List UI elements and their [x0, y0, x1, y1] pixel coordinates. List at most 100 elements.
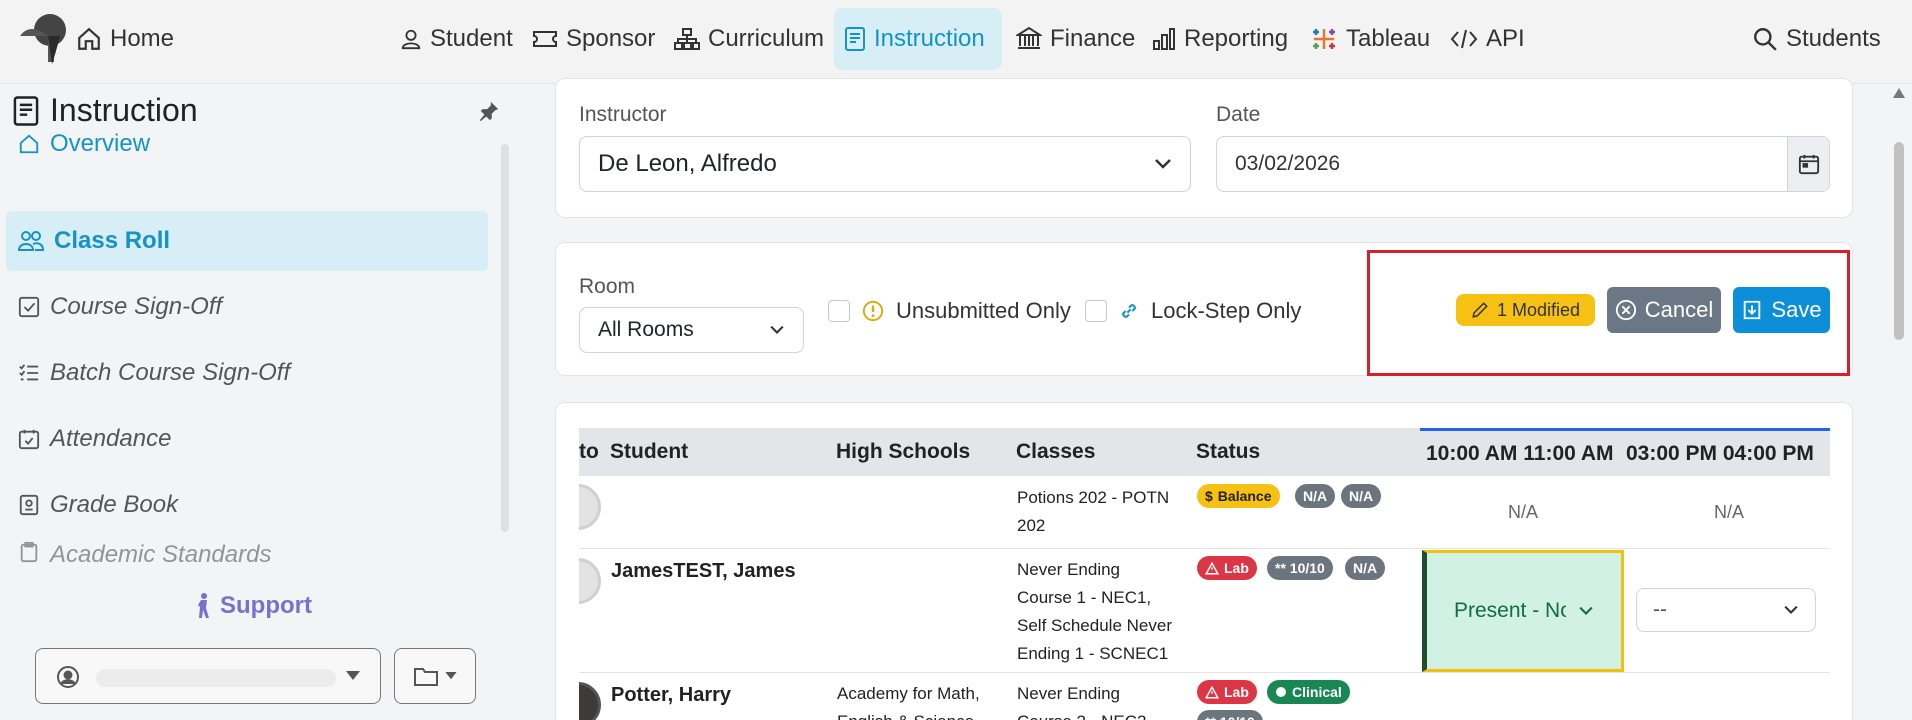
badge-label: Lab	[1224, 684, 1249, 700]
badge-label: Lab	[1224, 560, 1249, 576]
class-line: Course 1 - NEC1,	[1017, 588, 1152, 607]
sidebar-item-course-sign-off[interactable]: Course Sign-Off	[6, 277, 488, 337]
chevron-down-icon	[1784, 605, 1798, 614]
column-header-high-schools[interactable]: High Schools	[833, 428, 1013, 476]
sidebar-item-label: Grade Book	[50, 491, 179, 518]
nav-instruction[interactable]: Instruction	[834, 8, 1002, 70]
row-2-classes: Never Ending Course 1 - NEC1, Self Sched…	[1017, 556, 1172, 668]
badge-label: Balance	[1217, 488, 1272, 504]
instructor-value: De Leon, Alfredo	[598, 150, 777, 177]
calendar-button[interactable]	[1787, 137, 1829, 191]
folder-select[interactable]	[394, 648, 476, 704]
pencil-icon	[1472, 302, 1488, 318]
clipboard-icon	[20, 541, 38, 563]
nav-api[interactable]: API	[1440, 8, 1535, 70]
class-line: Potions 202 - POTN	[1017, 488, 1170, 507]
column-header-time-slot-1: 10:00 AM 11:00 AM	[1420, 428, 1626, 476]
student-name[interactable]: JamesTEST, James	[611, 560, 796, 583]
top-navigation: Home Student Sponsor Curriculum Instruct…	[0, 0, 1912, 84]
sidebar-item-label: Class Roll	[54, 227, 171, 254]
caret-down-icon	[445, 672, 457, 680]
folder-icon	[414, 668, 438, 686]
cancel-label: Cancel	[1644, 297, 1714, 322]
nav-reporting[interactable]: Reporting	[1142, 8, 1298, 70]
slot-2-value: N/A	[1713, 502, 1744, 522]
status-badge: ** 10/10	[1197, 710, 1263, 720]
unsubmitted-label: Unsubmitted Only	[896, 298, 1071, 323]
sidebar-item-label: Attendance	[50, 425, 172, 452]
nav-reporting-label: Reporting	[1184, 25, 1289, 52]
nav-curriculum[interactable]: Curriculum	[664, 8, 834, 70]
calendar-check-icon	[18, 429, 40, 450]
download-box-icon	[1744, 300, 1761, 320]
sidebar-item-grade-book[interactable]: Grade Book	[6, 475, 488, 535]
sidebar: Instruction Overview Class Roll Course S…	[0, 84, 520, 720]
sidebar-scrollbar[interactable]	[501, 144, 509, 532]
calendar-icon	[1798, 154, 1819, 175]
status-badge-lab: Lab	[1197, 556, 1257, 580]
lock-step-checkbox[interactable]	[1085, 300, 1107, 322]
main-scrollbar-thumb[interactable]	[1894, 142, 1904, 340]
student-avatar	[579, 484, 601, 530]
status-badge: ** 10/10	[1267, 556, 1333, 580]
lock-step-only-filter[interactable]: Lock-Step Only	[1085, 298, 1301, 324]
status-badge: N/A	[1295, 484, 1336, 508]
user-select[interactable]	[35, 648, 381, 704]
status-badge: N/A	[1345, 556, 1386, 580]
sitemap-icon	[674, 28, 700, 50]
lock-step-label: Lock-Step Only	[1151, 298, 1302, 323]
nav-sponsor[interactable]: Sponsor	[522, 8, 665, 70]
student-photo	[579, 682, 601, 720]
sidebar-item-academic-standards[interactable]: Academic Standards	[6, 541, 488, 569]
date-input[interactable]: 03/02/2026	[1216, 136, 1830, 192]
sidebar-item-class-roll[interactable]: Class Roll	[6, 211, 488, 271]
cancel-button[interactable]: Cancel	[1607, 287, 1721, 333]
sidebar-item-overview[interactable]: Overview	[6, 114, 488, 174]
save-button[interactable]: Save	[1733, 287, 1830, 333]
save-label: Save	[1771, 297, 1822, 322]
sidebar-item-attendance[interactable]: Attendance	[6, 409, 488, 469]
unsubmitted-only-filter[interactable]: Unsubmitted Only	[828, 298, 1071, 324]
person-walking-icon	[198, 593, 209, 618]
unsubmitted-checkbox[interactable]	[828, 300, 850, 322]
room-select[interactable]: All Rooms	[579, 307, 804, 353]
home-icon	[78, 27, 100, 50]
nav-finance[interactable]: Finance	[1006, 8, 1145, 70]
room-label: Room	[579, 275, 636, 298]
nav-tableau-label: Tableau	[1346, 25, 1431, 52]
class-line: Course 2 - NEC2	[1017, 708, 1146, 720]
class-line: Never Ending	[1017, 684, 1121, 703]
column-header-classes[interactable]: Classes	[1013, 428, 1193, 476]
nav-student[interactable]: Student	[390, 8, 523, 70]
nav-tableau[interactable]: Tableau	[1300, 8, 1440, 70]
instructor-select[interactable]: De Leon, Alfredo	[579, 136, 1191, 192]
sidebar-item-label: Academic Standards	[50, 541, 272, 568]
class-line: 202	[1017, 516, 1046, 535]
x-circle-icon	[1615, 299, 1636, 321]
nav-curriculum-label: Curriculum	[708, 25, 825, 52]
nav-home[interactable]: Home	[66, 8, 184, 70]
badge-label: Clinical	[1292, 684, 1342, 700]
chevron-down-icon	[770, 325, 784, 334]
attendance-select-slot-1[interactable]: Present - No	[1422, 550, 1624, 672]
column-header-status[interactable]: Status	[1193, 428, 1420, 476]
sidebar-item-batch-course-sign-off[interactable]: Batch Course Sign-Off	[6, 343, 488, 403]
students-search-button[interactable]: Students	[1742, 8, 1891, 70]
sidebar-item-label: Overview	[50, 130, 151, 157]
class-roll-table: to Student High Schools Classes Status 1…	[579, 428, 1830, 720]
column-header-time-slot-2: 03:00 PM 04:00 PM	[1626, 428, 1830, 476]
row-3-classes: Never Ending Course 2 - NEC2	[1017, 680, 1146, 720]
scroll-up-arrow-icon[interactable]	[1893, 88, 1905, 98]
attendance-select-slot-2[interactable]: --	[1636, 588, 1816, 632]
dollar-icon: $	[1205, 488, 1213, 504]
row-3-high-school: Academy for Math, English & Science	[837, 684, 980, 720]
student-name[interactable]: Potter, Harry	[611, 684, 731, 707]
column-header-student[interactable]: Student	[607, 428, 833, 476]
support-link[interactable]: Support	[196, 592, 312, 620]
warning-triangle-icon	[1205, 561, 1219, 574]
sidebar-item-label: Batch Course Sign-Off	[50, 359, 291, 386]
user-icon	[401, 29, 421, 50]
journal-bookmark-icon	[19, 494, 39, 516]
person-circle-icon	[57, 666, 79, 688]
class-line: Self Schedule Never	[1017, 616, 1172, 635]
